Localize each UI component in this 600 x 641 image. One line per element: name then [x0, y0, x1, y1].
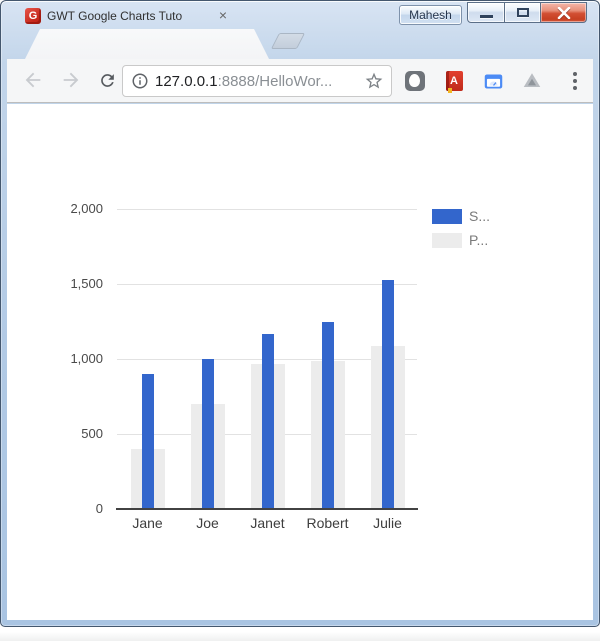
column-chart: 0 500 1,000 1,500 2,000 Jane Joe Janet Robert Jul…: [0, 0, 600, 641]
bar-series-1[interactable]: [381, 279, 394, 509]
bar-series-1[interactable]: [201, 359, 214, 509]
y-tick-label: 0: [95, 501, 103, 516]
y-tick-label: 500: [81, 426, 103, 441]
y-tick-label: 2,000: [70, 201, 103, 216]
x-category-label: Julie: [373, 515, 402, 531]
x-axis-line: [116, 508, 418, 510]
y-tick-label: 1,000: [70, 351, 103, 366]
bar-series-1[interactable]: [261, 333, 274, 509]
y-tick-label: 1,500: [70, 276, 103, 291]
bar-series-1[interactable]: [321, 321, 334, 509]
bar-series-1[interactable]: [141, 374, 154, 509]
legend-swatch: [432, 233, 462, 248]
gridline: [117, 284, 417, 285]
legend-label: S...: [469, 208, 491, 224]
legend-swatch: [432, 209, 462, 224]
screen: Mahesh G GWT Google Charts Tuto × 127.0.…: [0, 0, 600, 641]
legend-label: P...: [469, 232, 489, 248]
gridline: [117, 209, 417, 210]
